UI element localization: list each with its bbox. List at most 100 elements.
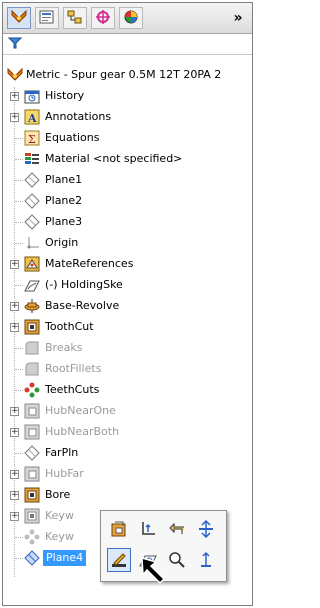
- tree-connector: [15, 558, 23, 559]
- annotations-icon: A: [24, 109, 40, 125]
- tree-item-label: MateReferences: [45, 257, 134, 270]
- tree-item-hubnearboth[interactable]: + HubNearBoth: [3, 423, 252, 441]
- tree-connector: [15, 348, 23, 349]
- suppress-button[interactable]: [194, 548, 218, 572]
- tree-connector: [15, 138, 23, 139]
- fillet-icon: [24, 340, 40, 356]
- tree-item-breaks[interactable]: Breaks: [3, 339, 252, 357]
- plane-icon: [24, 193, 40, 209]
- tree-item-label: Base-Revolve: [45, 299, 120, 312]
- tree-item-label: History: [45, 89, 85, 102]
- tree-item-label: HubNearOne: [45, 404, 116, 417]
- circular-pattern-icon: [24, 529, 40, 545]
- plane-icon: [24, 172, 40, 188]
- history-icon: [24, 88, 40, 104]
- tree-connector: [15, 243, 23, 244]
- expand-toggle[interactable]: +: [10, 260, 19, 269]
- tree-item-label: Bore: [45, 488, 71, 501]
- expand-toggle[interactable]: +: [10, 407, 19, 416]
- expand-toggle[interactable]: +: [10, 512, 19, 521]
- origin-icon: [24, 235, 40, 251]
- tree-connector: [15, 369, 23, 370]
- tree-item-hubnearone[interactable]: + HubNearOne: [3, 402, 252, 420]
- equations-icon: Σ: [24, 130, 40, 146]
- tree-item-teethcuts[interactable]: TeethCuts: [3, 381, 252, 399]
- svg-text:Σ: Σ: [28, 133, 36, 146]
- tree-item-label: FarPln: [45, 446, 79, 459]
- tree-item-toothcut[interactable]: + ToothCut: [3, 318, 252, 336]
- tree-item-hubfar[interactable]: + HubFar: [3, 465, 252, 483]
- plane-icon: [24, 445, 40, 461]
- expand-toggle[interactable]: +: [10, 470, 19, 479]
- extrude-icon: [24, 424, 40, 440]
- rollback-button[interactable]: [165, 517, 189, 541]
- material-icon: [24, 151, 40, 167]
- tree-item-label: Breaks: [45, 341, 83, 354]
- tree-item-label: Material <not specified>: [45, 152, 183, 165]
- mate-references-icon: [24, 256, 40, 272]
- vertical-arrow-icon: [201, 551, 211, 567]
- tree-item-farpln[interactable]: FarPln: [3, 444, 252, 462]
- tree-item-label: Plane4: [43, 550, 87, 566]
- move-arrows-icon: [199, 520, 213, 538]
- normal-to-icon: [142, 522, 155, 535]
- edit-pencil-icon: [112, 553, 126, 567]
- tree-connector: [15, 180, 23, 181]
- tree-connector: [15, 222, 23, 223]
- tree-item-label: Origin: [45, 236, 79, 249]
- mouse-pointer-icon: [140, 556, 180, 596]
- expand-toggle[interactable]: +: [10, 323, 19, 332]
- expand-toggle[interactable]: +: [10, 428, 19, 437]
- tree-item-label: Keyw: [45, 530, 74, 543]
- extrude-icon: [24, 466, 40, 482]
- tree-item-label: Annotations: [45, 110, 112, 123]
- sketch-icon: [24, 277, 40, 293]
- tree-item-label: HubFar: [45, 467, 84, 480]
- tree-item-annotations[interactable]: + A Annotations: [3, 108, 252, 126]
- tree-item-plane1[interactable]: Plane1: [3, 171, 252, 189]
- tree-connector: [15, 453, 23, 454]
- tree-item-material[interactable]: Material <not specified>: [3, 150, 252, 168]
- cut-extrude-icon: [24, 319, 40, 335]
- edit-feature-button[interactable]: [107, 548, 131, 572]
- tree-root[interactable]: Metric - Spur gear 0.5M 12T 20PA 2: [7, 66, 252, 84]
- cut-extrude-icon: [24, 487, 40, 503]
- feature-properties-icon: [111, 521, 126, 537]
- move-entity-button[interactable]: [194, 517, 218, 541]
- part-icon: [7, 67, 23, 83]
- expand-toggle[interactable]: +: [10, 302, 19, 311]
- tree-item-rootfillets[interactable]: RootFillets: [3, 360, 252, 378]
- tree-item-label: (-) HoldingSke: [45, 278, 123, 291]
- tree-item-matereferences[interactable]: + MateReferences: [3, 255, 252, 273]
- tree-connector: [15, 201, 23, 202]
- plane-icon: [24, 214, 40, 230]
- tree-item-plane2[interactable]: Plane2: [3, 192, 252, 210]
- tree-connector: [15, 159, 23, 160]
- tree-item-label: RootFillets: [45, 362, 102, 375]
- tree-connector: [15, 390, 23, 391]
- circular-pattern-icon: [24, 382, 40, 398]
- tree-item-origin[interactable]: Origin: [3, 234, 252, 252]
- tree-item-history[interactable]: + History: [3, 87, 252, 105]
- expand-toggle[interactable]: +: [10, 113, 19, 122]
- expand-toggle[interactable]: +: [10, 491, 19, 500]
- plane-icon: [24, 550, 40, 566]
- expand-toggle[interactable]: +: [10, 92, 19, 101]
- tree-item-label: Plane1: [45, 173, 83, 186]
- rollback-icon: [169, 522, 184, 534]
- normal-to-button[interactable]: [136, 517, 160, 541]
- tree-item-holdingske[interactable]: (-) HoldingSke: [3, 276, 252, 294]
- cut-extrude-icon: [24, 508, 40, 524]
- tree-item-bore[interactable]: + Bore: [3, 486, 252, 504]
- fillet-icon: [24, 361, 40, 377]
- tree-connector: [15, 537, 23, 538]
- tree-item-base-revolve[interactable]: + Base-Revolve: [3, 297, 252, 315]
- tree-item-label: HubNearBoth: [45, 425, 120, 438]
- tree-root-label: Metric - Spur gear 0.5M 12T 20PA 2: [26, 68, 222, 81]
- tree-item-equations[interactable]: Σ Equations: [3, 129, 252, 147]
- tree-item-label: ToothCut: [45, 320, 94, 333]
- tree-connector: [15, 285, 23, 286]
- extrude-icon: [24, 403, 40, 419]
- tree-item-plane3[interactable]: Plane3: [3, 213, 252, 231]
- feature-properties-button[interactable]: [107, 517, 131, 541]
